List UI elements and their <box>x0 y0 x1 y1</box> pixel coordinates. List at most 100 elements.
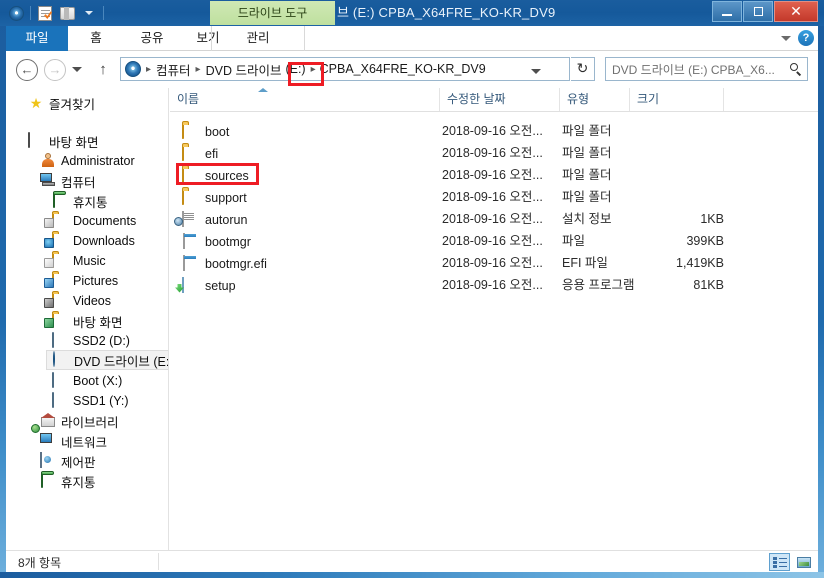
sidebar-item-recycle-bin-root[interactable]: 휴지통 <box>40 471 96 491</box>
sidebar-item-label: 제어판 <box>61 455 96 470</box>
chevron-down-icon[interactable] <box>781 35 791 41</box>
tab-home[interactable]: 홈 <box>68 26 124 51</box>
breadcrumb-separator-2[interactable]: ▸ <box>311 64 316 75</box>
sidebar-item-administrator[interactable]: Administrator <box>40 151 135 171</box>
file-name-cell[interactable]: boot <box>182 121 229 142</box>
sidebar-item-pictures[interactable]: Pictures <box>44 271 118 291</box>
help-icon[interactable]: ? <box>798 30 814 46</box>
file-name-cell[interactable]: bootmgr <box>182 231 251 252</box>
table-row[interactable]: support 2018-09-16 오전... 파일 폴더 <box>170 187 818 208</box>
breadcrumb[interactable]: ▸ 컴퓨터 ▸ DVD 드라이브 (E:) ▸ CPBA_X64FRE_KO-K… <box>120 57 570 81</box>
refresh-button[interactable]: ↻ <box>571 57 595 81</box>
minimize-icon <box>722 13 732 16</box>
table-row[interactable]: bootmgr 2018-09-16 오전... 파일 399KB <box>170 231 818 252</box>
sidebar-item-label: SSD2 (D:) <box>73 334 130 348</box>
file-name-cell[interactable]: bootmgr.efi <box>182 253 267 274</box>
sidebar-item-label: DVD 드라이브 (E:) <box>74 354 169 369</box>
large-icons-view-icon <box>796 556 811 568</box>
sidebar-item-downloads[interactable]: Downloads <box>44 231 135 251</box>
desktop-folder-icon <box>44 312 68 329</box>
user-icon <box>40 153 56 169</box>
back-button[interactable]: ← <box>16 59 38 81</box>
hard-drive-icon <box>52 332 68 349</box>
sidebar-item-computer[interactable]: 컴퓨터 <box>40 171 96 191</box>
minimize-button[interactable] <box>712 1 742 22</box>
breadcrumb-item-drive-name[interactable]: DVD 드라이브 <box>206 60 282 79</box>
file-date-cell: 2018-09-16 오전... <box>442 168 543 182</box>
file-type-cell: 파일 폴더 <box>562 190 612 204</box>
sidebar-item-ssd1-y[interactable]: SSD1 (Y:) <box>52 391 129 411</box>
details-view-button[interactable] <box>769 553 790 571</box>
maximize-icon <box>753 7 763 16</box>
recent-locations-icon[interactable] <box>72 67 82 72</box>
file-name-label: boot <box>205 124 230 139</box>
table-row[interactable]: boot 2018-09-16 오전... 파일 폴더 <box>170 121 818 142</box>
column-header-date[interactable]: 수정한 날짜 <box>440 88 560 111</box>
sidebar-item-desktop[interactable]: 바탕 화면 <box>28 131 98 151</box>
libraries-icon <box>40 413 56 429</box>
sidebar-item-videos[interactable]: Videos <box>44 291 111 311</box>
file-name-cell[interactable]: efi <box>182 143 218 164</box>
breadcrumb-item-volume[interactable]: CPBA_X64FRE_KO-KR_DV9 <box>320 62 486 76</box>
dvd-drive-icon[interactable] <box>6 3 26 23</box>
table-row[interactable]: sources 2018-09-16 오전... 파일 폴더 <box>170 165 818 186</box>
breadcrumb-item-drive-letter[interactable]: (E:) <box>285 62 305 76</box>
file-name-label: setup <box>205 278 236 293</box>
file-name-cell[interactable]: setup <box>182 275 236 296</box>
tab-share[interactable]: 공유 <box>124 26 180 51</box>
file-name-cell[interactable]: sources <box>182 165 249 186</box>
downloads-folder-icon <box>44 232 68 249</box>
table-row[interactable]: autorun 2018-09-16 오전... 설치 정보 1KB <box>170 209 818 230</box>
file-date-cell: 2018-09-16 오전... <box>442 212 543 226</box>
close-button[interactable]: ✕ <box>774 1 818 22</box>
recycle-bin-icon <box>52 192 68 209</box>
table-row[interactable]: efi 2018-09-16 오전... 파일 폴더 <box>170 143 818 164</box>
videos-folder-icon <box>44 292 68 309</box>
title-bar[interactable]: DVD 드라이브 (E:) CPBA_X64FRE_KO-KR_DV9 드라이브… <box>0 0 824 26</box>
file-name-cell[interactable]: support <box>182 187 247 208</box>
maximize-button[interactable] <box>743 1 773 22</box>
control-panel-icon <box>40 452 56 469</box>
sidebar-item-documents[interactable]: Documents <box>44 211 136 231</box>
sidebar-item-ssd2-d[interactable]: SSD2 (D:) <box>52 331 130 351</box>
column-header-extra[interactable] <box>724 88 818 111</box>
sidebar-item-libraries[interactable]: 라이브러리 <box>40 411 119 431</box>
up-button[interactable]: ↑ <box>94 61 112 79</box>
breadcrumb-item-computer[interactable]: 컴퓨터 <box>156 60 191 79</box>
properties-icon[interactable] <box>35 3 55 23</box>
sidebar-item-favorites[interactable]: ★ 즐겨찾기 <box>28 93 95 113</box>
search-box[interactable]: DVD 드라이브 (E:) CPBA_X6... <box>605 57 808 81</box>
file-size-cell: 399KB <box>686 234 724 248</box>
forward-button[interactable]: → <box>44 59 66 81</box>
main-content: ★ 즐겨찾기 바탕 화면 Administrator 컴퓨터 휴지통 Docum… <box>6 88 818 550</box>
sidebar-item-desktop-folder[interactable]: 바탕 화면 <box>44 311 122 331</box>
large-icons-view-button[interactable] <box>793 553 814 571</box>
breadcrumb-separator-1[interactable]: ▸ <box>196 64 201 75</box>
file-name-cell[interactable]: autorun <box>182 209 247 230</box>
sidebar-item-dvd-drive-e[interactable]: DVD 드라이브 (E:) <box>46 350 169 370</box>
file-type-cell: 응용 프로그램 <box>562 278 635 292</box>
column-header-type[interactable]: 유형 <box>560 88 630 111</box>
tab-file[interactable]: 파일 <box>6 26 68 51</box>
table-row[interactable]: setup 2018-09-16 오전... 응용 프로그램 81KB <box>170 275 818 296</box>
sidebar-item-recycle-bin[interactable]: 휴지통 <box>52 191 108 211</box>
column-header-size[interactable]: 크기 <box>630 88 724 111</box>
sidebar-item-label: Downloads <box>73 234 135 248</box>
customize-dropdown-icon[interactable] <box>79 3 99 23</box>
column-header-name[interactable]: 이름 <box>170 88 440 111</box>
contextual-tab-drive-tools[interactable]: 드라이브 도구 <box>210 1 335 25</box>
sidebar-item-control-panel[interactable]: 제어판 <box>40 451 96 471</box>
sidebar-item-music[interactable]: Music <box>44 251 106 271</box>
table-row[interactable]: bootmgr.efi 2018-09-16 오전... EFI 파일 1,41… <box>170 253 818 274</box>
pictures-folder-icon <box>44 272 68 289</box>
sidebar-item-network[interactable]: 네트워크 <box>40 431 107 451</box>
file-name-label: autorun <box>205 212 248 227</box>
search-input[interactable]: DVD 드라이브 (E:) CPBA_X6... <box>612 61 790 78</box>
file-list-pane: 이름 수정한 날짜 유형 크기 boot 2018-09-16 오전... 파일… <box>170 88 818 550</box>
breadcrumb-separator-0[interactable]: ▸ <box>146 64 151 75</box>
tab-manage[interactable]: 관리 <box>212 26 304 51</box>
new-folder-icon[interactable] <box>57 3 77 23</box>
file-type-cell: 파일 <box>562 234 586 248</box>
sidebar-item-boot-x[interactable]: Boot (X:) <box>52 371 122 391</box>
breadcrumb-dropdown-icon[interactable] <box>531 69 541 74</box>
